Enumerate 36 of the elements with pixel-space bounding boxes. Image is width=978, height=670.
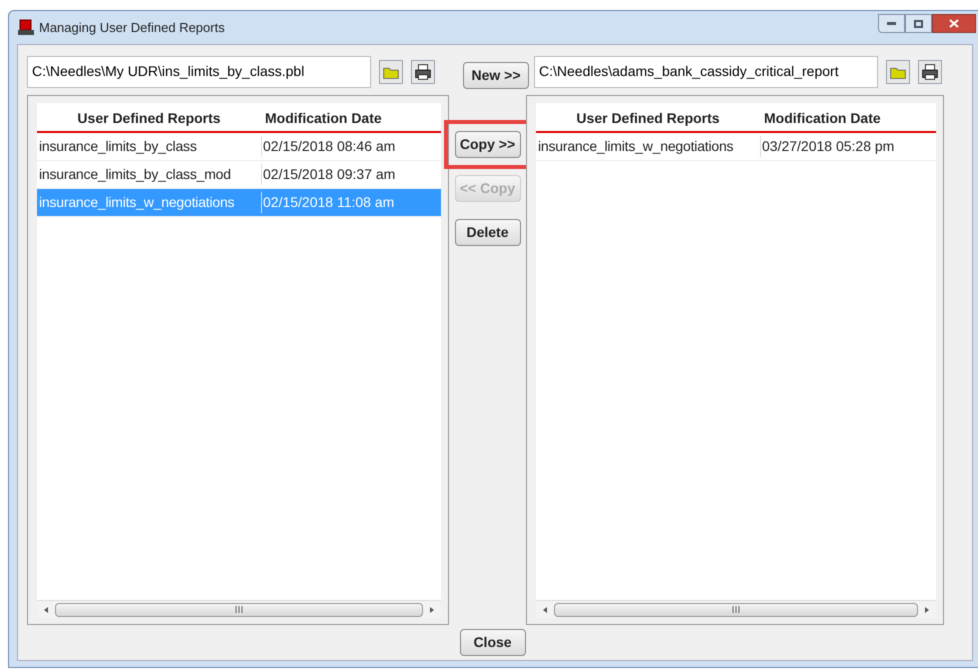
column-header[interactable]: User Defined Reports [536, 108, 760, 133]
maximize-button[interactable] [905, 14, 932, 33]
path-field[interactable]: C:\Needles\adams_bank_cassidy_critical_report [534, 56, 878, 88]
table-cell: 02/15/2018 08:46 am [261, 136, 441, 157]
grip-icon [235, 606, 243, 613]
new-button[interactable]: New >> [463, 62, 529, 89]
table-cell-text: insurance_limits_by_class [38, 137, 198, 156]
table-cell-text: insurance_limits_by_class_mod [38, 165, 232, 184]
table-cell: 03/27/2018 05:28 pm [760, 136, 936, 157]
table-cell-text: insurance_limits_w_negotiations [537, 137, 734, 156]
window-title: Managing User Defined Reports [39, 18, 225, 37]
close-button[interactable]: Close [460, 629, 526, 656]
table-cell-text: insurance_limits_w_negotiations [38, 193, 236, 212]
folder-icon[interactable] [886, 60, 910, 84]
scrollbar-thumb[interactable] [55, 602, 423, 616]
app-icon [17, 18, 35, 36]
column-header[interactable]: Modification Date [261, 108, 441, 133]
printer-icon[interactable] [918, 60, 942, 84]
column-header[interactable]: Modification Date [760, 108, 936, 133]
close-icon [949, 19, 959, 28]
printer-icon[interactable] [411, 60, 435, 84]
table-cell: 02/15/2018 09:37 am [261, 164, 441, 185]
action-button[interactable]: Copy >> [454, 131, 520, 158]
minimize-button[interactable] [878, 14, 905, 33]
table-cell: 02/15/2018 11:08 am [261, 192, 441, 213]
grip-icon [732, 606, 740, 613]
scrollbar-thumb[interactable] [554, 602, 918, 616]
report-row[interactable]: insurance_limits_w_negotiations 03/27/2018 05:28 pm [536, 133, 936, 161]
close-window-button[interactable] [932, 14, 976, 33]
folder-icon[interactable] [379, 60, 403, 84]
column-header[interactable]: User Defined Reports [37, 108, 261, 133]
report-row[interactable]: insurance_limits_by_class 02/15/2018 08:46 am [37, 133, 441, 161]
maximize-icon [914, 20, 923, 28]
action-button[interactable]: Delete [454, 219, 520, 246]
minimize-icon [887, 22, 896, 25]
path-field[interactable]: C:\Needles\My UDR\ins_limits_by_class.pbl [27, 56, 371, 88]
